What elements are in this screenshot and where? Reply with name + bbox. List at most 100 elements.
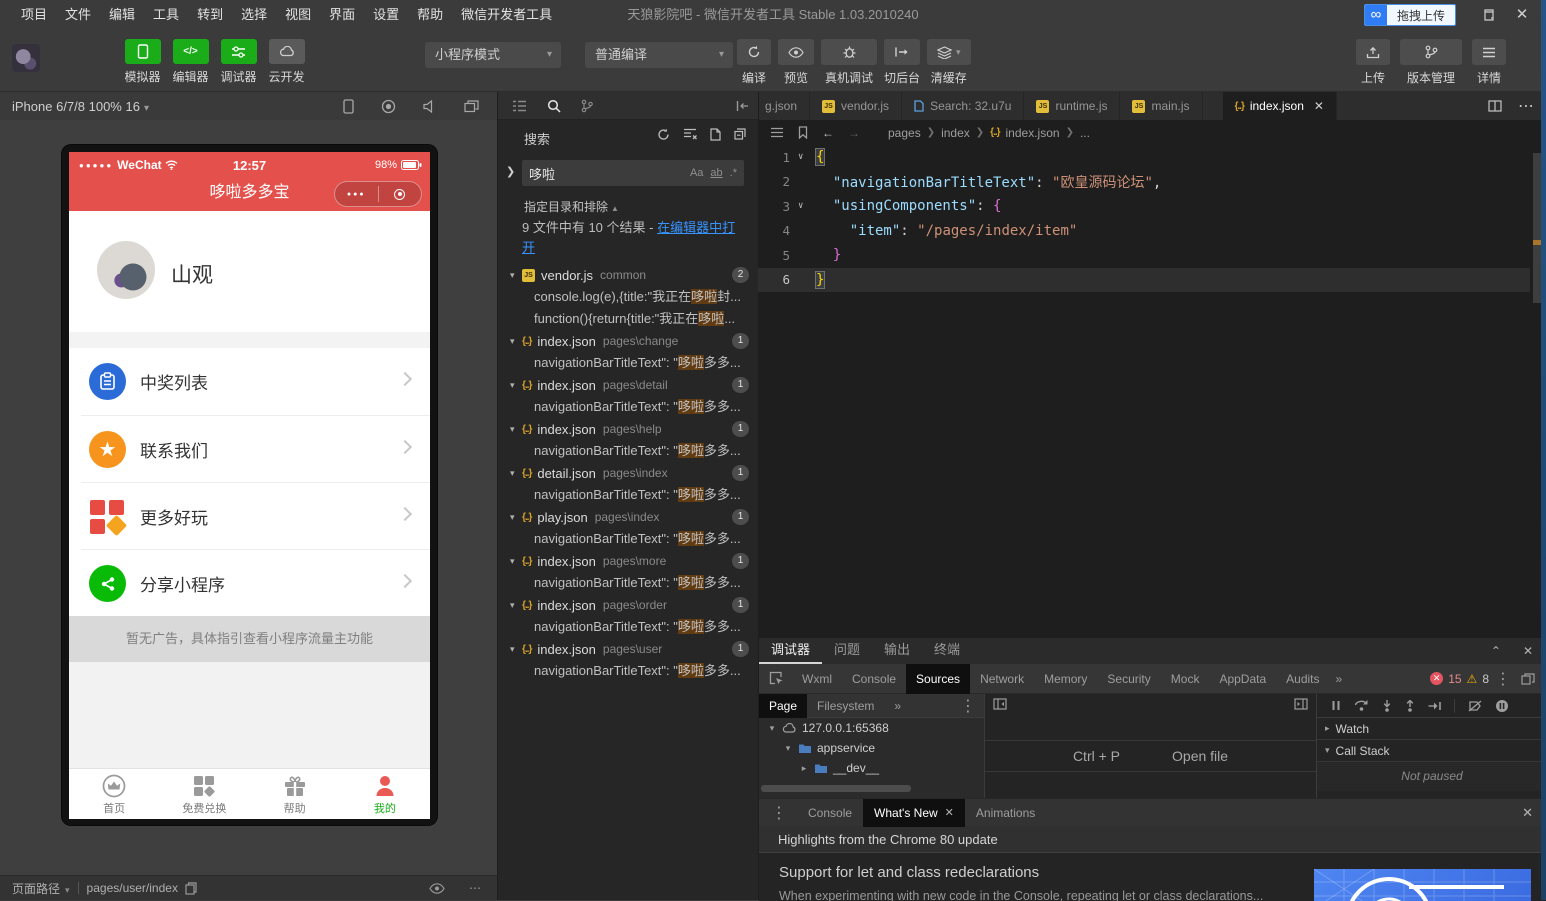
avatar[interactable] — [97, 241, 155, 299]
search-result-file[interactable]: ▾ {..} index.json pages\user 1 — [498, 638, 759, 660]
tree-item-dev[interactable]: ▸ __dev__ — [759, 758, 984, 778]
show-debugger-icon[interactable] — [1294, 698, 1308, 710]
menu-edit[interactable]: 编辑 — [100, 0, 144, 30]
search-result-file[interactable]: ▾ {..} detail.json pages\index 1 — [498, 462, 759, 484]
fold-chevron-icon[interactable]: ∨ — [798, 152, 816, 162]
search-result-file[interactable]: ▾ {..} index.json pages\more 1 — [498, 550, 759, 572]
chrome-update-thumbnail[interactable] — [1314, 869, 1531, 901]
search-result-match[interactable]: console.log(e),{title:"我正在哆啦封... — [498, 286, 759, 308]
menu-project[interactable]: 项目 — [12, 0, 56, 30]
search-icon[interactable] — [547, 99, 561, 113]
more-actions-icon[interactable]: ⋯ — [1518, 96, 1534, 116]
navigator-menu-icon[interactable]: ⋮ — [960, 696, 976, 716]
search-result-file[interactable]: ▾ {..} index.json pages\change 1 — [498, 330, 759, 352]
back-icon[interactable]: ← — [822, 126, 834, 140]
close-tab-icon[interactable]: ✕ — [1314, 99, 1324, 113]
compile-mode-select[interactable]: 普通编译 ▾ — [585, 42, 733, 68]
drawer-tab-animations[interactable]: Animations — [965, 799, 1046, 827]
hide-navigator-icon[interactable] — [993, 698, 1007, 710]
page-path-selector[interactable]: 页面路径▾ — [12, 880, 70, 897]
collapse-caret-icon[interactable]: ▾ — [510, 270, 522, 281]
tab-search-editor[interactable]: Search: 32.u7u — [902, 92, 1024, 120]
collapse-caret-icon[interactable]: ▾ — [510, 600, 522, 611]
open-file-label[interactable]: Open file — [1172, 748, 1228, 764]
more-options-icon[interactable]: ⋯ — [469, 881, 483, 895]
version-control-button[interactable]: 版本管理 — [1400, 39, 1462, 86]
collapse-caret-icon[interactable]: ▾ — [510, 556, 522, 567]
fold-chevron-icon[interactable]: ∨ — [798, 201, 816, 211]
rotate-device-icon[interactable] — [343, 99, 354, 114]
panel-tab-debugger[interactable]: 调试器 — [759, 638, 822, 664]
search-result-file[interactable]: ▾ {..} index.json pages\order 1 — [498, 594, 759, 616]
search-result-file[interactable]: ▾ {..} index.json pages\help 1 — [498, 418, 759, 440]
search-result-file[interactable]: ▾ {..} play.json pages\index 1 — [498, 506, 759, 528]
window-close-button[interactable]: ✕ — [1512, 6, 1532, 24]
search-result-match[interactable]: navigationBarTitleText": "哆啦多多... — [498, 616, 759, 638]
menu-tools[interactable]: 工具 — [144, 0, 188, 30]
regex-toggle[interactable]: .* — [730, 167, 737, 179]
devtab-console[interactable]: Console — [842, 664, 906, 694]
device-selector[interactable]: iPhone 6/7/8 100% 16▾ — [12, 99, 149, 114]
close-panel-icon[interactable]: ✕ — [1523, 638, 1533, 664]
cloud-dev-button[interactable]: 云开发 — [263, 39, 310, 85]
crumb-more[interactable]: ... — [1080, 126, 1090, 140]
menu-goto[interactable]: 转到 — [188, 0, 232, 30]
split-editor-icon[interactable] — [1488, 100, 1502, 112]
deactivate-breakpoints-icon[interactable] — [1468, 700, 1482, 712]
close-tab-icon[interactable]: ✕ — [945, 799, 954, 827]
devtools-menu-icon[interactable]: ⋮ — [1495, 669, 1511, 689]
collapse-sidebar-icon[interactable] — [735, 100, 749, 112]
clear-cache-button[interactable]: ▾ 清缓存 — [927, 39, 971, 86]
copy-icon[interactable] — [185, 882, 197, 895]
navigator-more-tabs-icon[interactable]: » — [884, 694, 911, 718]
more-button[interactable]: ●●● — [335, 191, 378, 198]
panel-tab-problems[interactable]: 问题 — [822, 638, 872, 662]
tab-home[interactable]: 首页 — [69, 769, 159, 819]
step-over-icon[interactable] — [1354, 700, 1369, 711]
collapse-caret-icon[interactable]: ▾ — [510, 336, 522, 347]
tab-runtimejs[interactable]: JSruntime.js — [1024, 92, 1120, 120]
horizontal-scrollbar[interactable] — [761, 785, 911, 792]
pause-script-icon[interactable] — [1331, 700, 1341, 711]
tree-item-origin[interactable]: ▾ 127.0.0.1:65368 — [759, 718, 984, 738]
bookmark-icon[interactable] — [798, 126, 808, 139]
search-result-match[interactable]: navigationBarTitleText": "哆啦多多... — [498, 484, 759, 506]
whole-word-toggle[interactable]: ab — [710, 167, 722, 179]
menu-help[interactable]: 帮助 — [408, 0, 452, 30]
tab-free-exchange[interactable]: 免费兑换 — [159, 769, 249, 819]
menu-file[interactable]: 文件 — [56, 0, 100, 30]
tab-indexjson[interactable]: {..}index.json✕ — [1223, 92, 1337, 120]
menu-item-prize-list[interactable]: 中奖列表 — [69, 348, 430, 415]
drawer-tab-whats-new[interactable]: What's New✕ — [863, 799, 965, 827]
inspect-element-icon[interactable] — [769, 671, 784, 686]
devtab-memory[interactable]: Memory — [1034, 664, 1097, 694]
search-result-match[interactable]: function(){return{title:"我正在哆啦... — [498, 308, 759, 330]
console-badges[interactable]: ✕ 15 ⚠ 8 — [1430, 672, 1489, 686]
drawer-menu-icon[interactable]: ⋮ — [771, 803, 787, 823]
debugger-toggle-button[interactable]: 调试器 — [215, 39, 262, 85]
refresh-icon[interactable] — [657, 128, 670, 141]
close-miniprogram-button[interactable] — [379, 189, 422, 200]
code-editor[interactable]: 1∨{ 2 "navigationBarTitleText": "欧皇源码论坛"… — [758, 145, 1530, 637]
search-result-match[interactable]: navigationBarTitleText": "哆啦多多... — [498, 572, 759, 594]
panel-tab-terminal[interactable]: 终端 — [922, 638, 972, 662]
menu-settings[interactable]: 设置 — [364, 0, 408, 30]
navigator-tab-filesystem[interactable]: Filesystem — [807, 694, 884, 718]
crumb-file[interactable]: index.json — [1006, 126, 1060, 140]
collapse-all-icon[interactable] — [734, 128, 746, 141]
drag-upload-button[interactable]: ∞ 拖拽上传 — [1364, 4, 1456, 26]
menu-interface[interactable]: 界面 — [320, 0, 364, 30]
tree-item-appservice[interactable]: ▾ appservice — [759, 738, 984, 758]
more-tabs-icon[interactable]: » — [1330, 672, 1349, 686]
crumb-index[interactable]: index — [941, 126, 970, 140]
switch-background-button[interactable]: 切后台 — [884, 39, 920, 86]
window-restore-button[interactable] — [1478, 6, 1498, 24]
tab-help[interactable]: 帮助 — [250, 769, 340, 819]
menu-devtools[interactable]: 微信开发者工具 — [452, 0, 561, 30]
record-icon[interactable] — [381, 99, 396, 114]
tab-vendorjs[interactable]: JSvendor.js — [810, 92, 902, 120]
tab-mainjs[interactable]: JSmain.js — [1120, 92, 1202, 120]
menu-select[interactable]: 选择 — [232, 0, 276, 30]
devtab-sources[interactable]: Sources — [906, 664, 970, 694]
mute-icon[interactable] — [423, 100, 437, 113]
